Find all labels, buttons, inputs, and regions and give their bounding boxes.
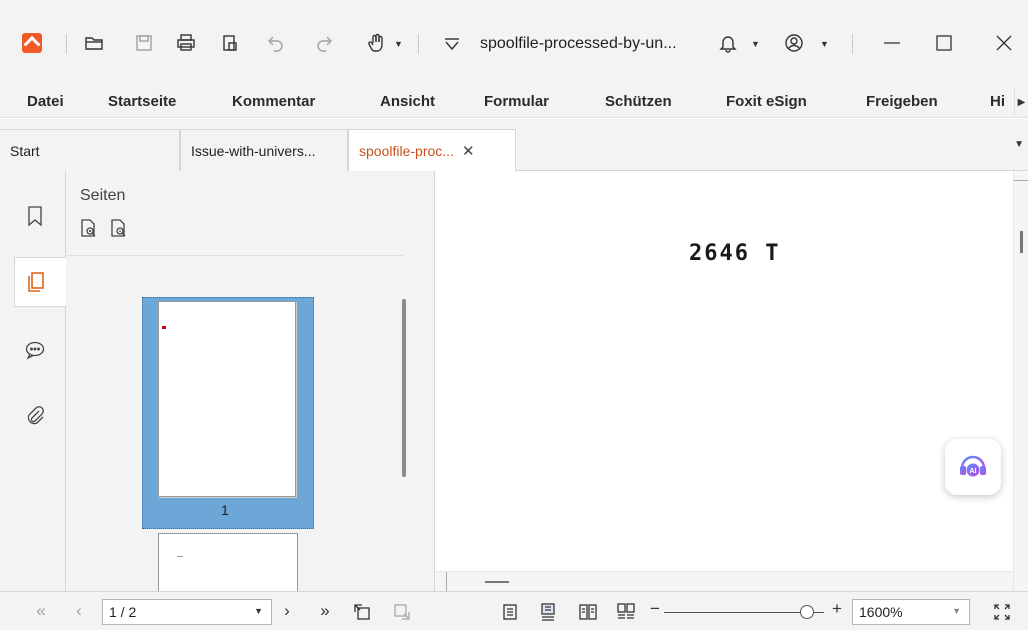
tab-label: spoolfile-proc...: [359, 142, 454, 159]
quick-access-dropdown-icon[interactable]: [440, 30, 464, 56]
menu-foxit-esign[interactable]: Foxit eSign: [726, 93, 807, 110]
menu-freigeben[interactable]: Freigeben: [866, 93, 938, 110]
open-folder-icon[interactable]: [82, 30, 106, 56]
zoom-in-button[interactable]: +: [826, 599, 848, 619]
zoom-in-page-icon[interactable]: [78, 217, 100, 239]
horizontal-scroll-thumb[interactable]: [485, 581, 509, 583]
facing-view-icon[interactable]: [578, 602, 598, 622]
account-avatar-icon[interactable]: [782, 30, 806, 56]
tab-spoolfile-active[interactable]: spoolfile-proc... ✕: [348, 129, 516, 171]
paperclip-icon: [27, 406, 44, 425]
document-tab-bar: Start Issue-with-univers... spoolfile-pr…: [0, 119, 1028, 171]
zoom-chevron-down-icon[interactable]: ▼: [952, 606, 961, 616]
ribbon-menu-bar: Datei Startseite Kommentar Ansicht Formu…: [0, 88, 1028, 118]
panel-toolbar: [78, 217, 130, 239]
toolbar-separator: [418, 34, 419, 54]
menu-schuetzen[interactable]: Schützen: [605, 93, 672, 110]
menu-scroll-right-icon[interactable]: ▶: [1014, 88, 1028, 116]
continuous-view-icon[interactable]: [538, 602, 558, 622]
menu-startseite[interactable]: Startseite: [108, 93, 176, 110]
continuous-facing-view-icon[interactable]: [616, 602, 636, 622]
document-vertical-scrollbar[interactable]: [1013, 171, 1028, 591]
next-view-icon[interactable]: [392, 602, 412, 622]
document-title: spoolfile-processed-by-un...: [480, 35, 677, 52]
tab-list-chevron-down-icon[interactable]: ▼: [1014, 139, 1024, 150]
save-icon[interactable]: [132, 30, 156, 56]
menu-kommentar[interactable]: Kommentar: [232, 93, 315, 110]
notification-bell-icon[interactable]: [716, 30, 740, 56]
tab-label: Issue-with-univers...: [191, 142, 316, 159]
attachments-button[interactable]: [14, 391, 66, 441]
menu-hilfe[interactable]: Hi: [990, 93, 1005, 110]
scrollbar-left-cap: [435, 572, 447, 592]
document-content-text: 2646 T: [689, 241, 781, 266]
vertical-scroll-thumb[interactable]: [1020, 231, 1023, 253]
menu-ansicht[interactable]: Ansicht: [380, 93, 435, 110]
menu-datei[interactable]: Datei: [27, 93, 64, 110]
ai-assistant-headset-icon: AI: [960, 455, 986, 477]
single-page-view-icon[interactable]: [500, 602, 520, 622]
zoom-level-value: 1600%: [859, 604, 903, 620]
comment-icon: [25, 341, 45, 360]
status-bar: « ‹ 1 / 2 ▼ › » − + 1600% ▼: [0, 591, 1028, 630]
clipboard-icon[interactable]: [218, 30, 242, 56]
toolbar-separator: [852, 34, 853, 54]
panel-scrollbar[interactable]: [402, 299, 406, 477]
tab-issue-with-univers[interactable]: Issue-with-univers...: [180, 129, 348, 171]
previous-page-icon[interactable]: ‹: [68, 601, 90, 621]
title-bar: ▼ spoolfile-processed-by-un... ▼ ▼: [0, 0, 1028, 88]
document-horizontal-scrollbar[interactable]: [435, 571, 1013, 592]
page-number-value: 1 / 2: [109, 604, 137, 620]
hand-tool-icon[interactable]: [364, 30, 388, 56]
account-chevron-down-icon[interactable]: ▼: [820, 39, 829, 49]
page-number-field[interactable]: 1 / 2 ▼: [102, 599, 272, 625]
tab-start[interactable]: Start: [0, 129, 180, 171]
zoom-level-field[interactable]: 1600% ▼: [852, 599, 970, 625]
pages-icon: [28, 272, 44, 292]
notification-chevron-down-icon[interactable]: ▼: [751, 39, 760, 49]
thumbnail-content-mark: [162, 326, 166, 329]
comments-button[interactable]: [14, 325, 66, 375]
pages-panel: Seiten 1 ◀: [66, 171, 494, 591]
foxit-logo-icon[interactable]: [22, 33, 42, 53]
maximize-icon[interactable]: [932, 30, 956, 56]
bookmarks-button[interactable]: [14, 191, 66, 241]
thumbnail-page-number: 1: [221, 502, 229, 518]
redo-icon[interactable]: [312, 30, 336, 56]
svg-text:AI: AI: [970, 468, 977, 475]
close-window-icon[interactable]: [992, 30, 1016, 56]
print-icon[interactable]: [174, 30, 198, 56]
previous-view-icon[interactable]: [352, 602, 372, 622]
page-thumbnail-1[interactable]: [158, 301, 296, 497]
zoom-slider-knob[interactable]: [800, 605, 814, 619]
tab-close-icon[interactable]: ✕: [462, 142, 475, 160]
minimize-icon[interactable]: [880, 30, 904, 56]
next-page-icon[interactable]: ›: [276, 601, 298, 621]
document-viewport[interactable]: 2646 T AI: [434, 171, 1028, 592]
page-thumbnail-2[interactable]: [158, 533, 298, 591]
zoom-out-button[interactable]: −: [644, 599, 666, 619]
zoom-out-page-icon[interactable]: [108, 217, 130, 239]
scrollbar-top-cap: [1014, 171, 1028, 181]
first-page-icon[interactable]: «: [30, 601, 52, 621]
ai-assistant-button[interactable]: AI: [945, 439, 1001, 495]
toolbar-separator: [66, 34, 67, 54]
last-page-icon[interactable]: »: [314, 601, 336, 621]
hand-tool-chevron-down-icon[interactable]: ▼: [394, 39, 403, 49]
page-chevron-down-icon[interactable]: ▼: [254, 606, 263, 616]
bookmark-icon: [28, 206, 42, 227]
panel-title: Seiten: [80, 187, 126, 204]
pages-button[interactable]: [14, 257, 67, 307]
fullscreen-icon[interactable]: [992, 602, 1012, 622]
panel-divider: [66, 255, 404, 256]
menu-formular[interactable]: Formular: [484, 93, 549, 110]
navigation-rail: [0, 171, 67, 591]
tab-label: Start: [10, 142, 40, 159]
undo-icon[interactable]: [264, 30, 288, 56]
